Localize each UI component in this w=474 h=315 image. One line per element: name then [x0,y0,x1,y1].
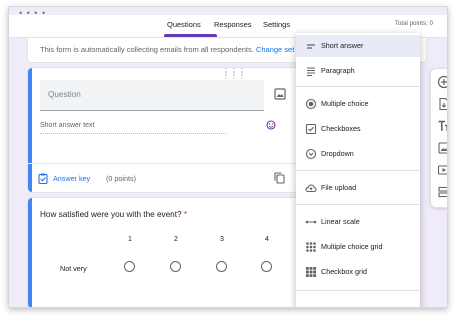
menu-item-label: Checkboxes [321,124,361,133]
radio-icon [305,98,317,110]
question-title: How satisfied were you with the event? * [40,210,187,219]
cloud-upload-icon [305,184,317,192]
floating-toolbar [430,68,448,208]
scale-label: 3 [220,236,224,243]
answer-key-link[interactable]: Answer key [53,174,90,183]
drag-handle-icon[interactable]: ⋮⋮⋮ ⋮⋮⋮ [222,68,246,80]
scale-label: 1 [128,236,132,243]
menu-item-label: Multiple choice grid [321,242,383,251]
menu-item-linear-scale[interactable]: Linear scale [296,211,420,233]
scale-label: 4 [265,236,269,243]
menu-item-multiple-choice[interactable]: Multiple choice [296,93,420,115]
menu-item-dropdown[interactable]: Dropdown [296,143,420,165]
question-placeholder: Question [48,90,81,99]
form-editor-window: • • • • Questions Responses Settings Tot… [8,6,448,308]
menu-divider [296,170,420,171]
question-title-input[interactable]: Question [40,80,264,111]
menu-divider [296,290,420,291]
menu-divider [296,204,420,205]
answer-key-icon[interactable] [38,173,48,184]
menu-item-multiple-choice-grid[interactable]: Multiple choice grid [296,236,420,258]
duplicate-icon[interactable] [274,172,285,184]
email-notice-text: This form is automatically collecting em… [40,45,254,54]
change-settings-link[interactable]: Change set [256,45,294,54]
checkbox-icon [305,123,317,135]
required-mark: * [183,210,188,219]
email-notice: This form is automatically collecting em… [40,45,294,54]
menu-item-short-answer[interactable]: Short answer [296,35,420,57]
scale-radio-2[interactable] [170,261,181,272]
tab-questions[interactable]: Questions [167,18,201,32]
scale-label: 2 [174,236,178,243]
add-image-icon[interactable] [437,141,448,155]
menu-item-label: File upload [321,183,357,192]
total-points: Total points: 0 [394,20,433,27]
question-card-active[interactable]: ⋮⋮⋮ ⋮⋮⋮ Question Short answer text Answer… [27,67,299,193]
paragraph-icon [307,67,315,77]
question-points: (0 points) [106,174,136,183]
import-questions-icon[interactable] [437,97,448,111]
scale-radio-3[interactable] [216,261,227,272]
menu-item-file-upload[interactable]: File upload [296,177,420,199]
question-type-menu: Short answer Paragraph Multiple choice C… [296,33,420,307]
menu-item-label: Paragraph [321,66,355,75]
question-card-linear-scale[interactable]: How satisfied were you with the event? *… [27,197,299,307]
grid-icon [306,242,316,252]
short-answer-text: Short answer text [40,122,226,134]
short-answer-icon [307,44,315,49]
add-question-icon[interactable] [437,75,448,89]
menu-item-label: Linear scale [321,217,360,226]
menu-item-checkboxes[interactable]: Checkboxes [296,118,420,140]
scale-row-label: Not very [60,264,87,273]
tab-settings[interactable]: Settings [263,18,290,32]
question-bar [28,198,32,307]
menu-item-label: Checkbox grid [321,267,367,276]
scale-radio-1[interactable] [124,261,135,272]
dropdown-icon [305,148,317,160]
add-video-icon[interactable] [437,163,448,177]
add-section-icon[interactable] [437,185,448,199]
add-image-icon[interactable] [274,88,286,100]
linear-scale-icon [305,220,317,224]
menu-item-paragraph[interactable]: Paragraph [296,60,420,82]
question-title-text: How satisfied were you with the event? [40,210,182,219]
menu-divider [296,86,420,87]
menu-item-label: Multiple choice [321,99,369,108]
menu-item-checkbox-grid[interactable]: Checkbox grid [296,261,420,283]
add-title-icon[interactable] [437,119,448,133]
answer-suggestion-icon[interactable] [266,120,276,130]
question-footer: Answer key (0 points) [28,163,298,193]
checkbox-grid-icon [306,267,316,277]
tab-responses[interactable]: Responses [214,18,252,32]
menu-item-label: Dropdown [321,149,354,158]
menu-item-label: Short answer [321,41,364,50]
scale-radio-4[interactable] [261,261,272,272]
